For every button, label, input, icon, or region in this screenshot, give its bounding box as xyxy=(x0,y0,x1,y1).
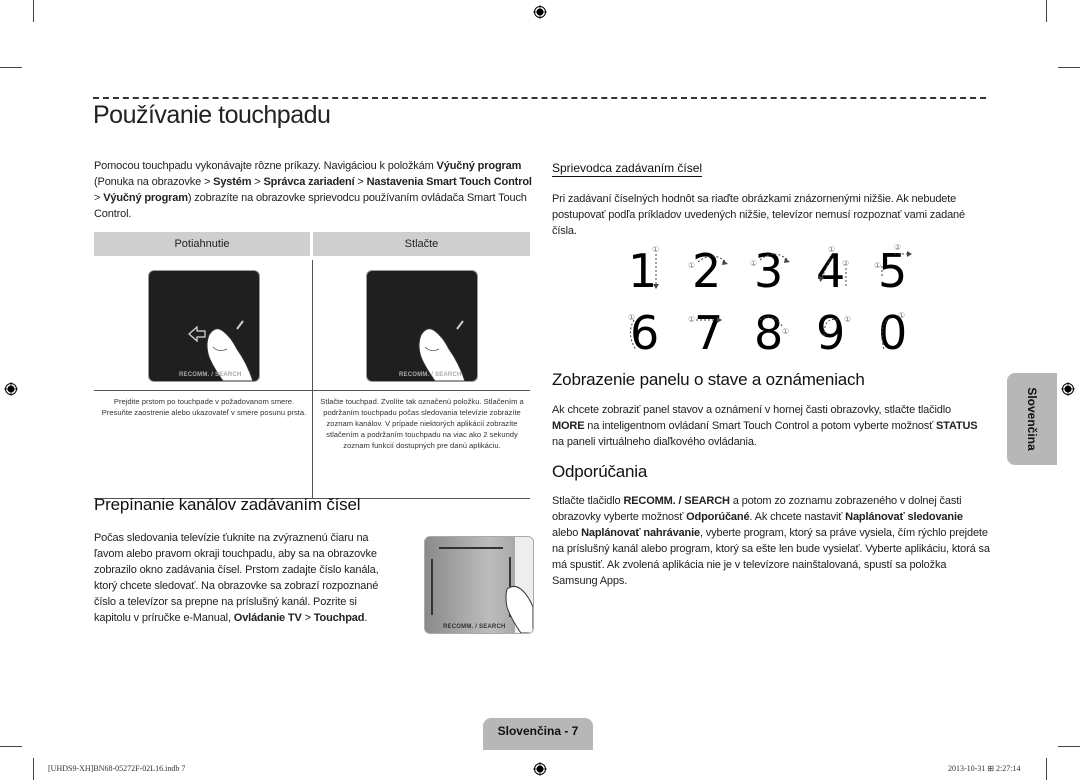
pad-label: RECOMM. / SEARCH xyxy=(443,624,506,630)
stroke-marker: ① xyxy=(782,327,789,336)
crop-mark xyxy=(33,758,34,780)
channel-section-text: Počas sledovania televízie ťuknite na zv… xyxy=(94,530,394,626)
status-section-text: Ak chcete zobraziť panel stavov a oznáme… xyxy=(552,402,984,450)
emphasized-term: Ovládanie TV xyxy=(233,612,302,624)
page-title: Používanie touchpadu xyxy=(93,101,331,129)
stroke-marker: ① xyxy=(750,259,757,268)
text-run: . xyxy=(364,612,368,624)
page-number-label: Slovenčina - 7 xyxy=(497,724,579,738)
text-run: Pomocou touchpadu vykonávajte rôzne prík… xyxy=(94,160,437,172)
emphasized-term: Touchpad xyxy=(313,612,365,624)
text-run: na paneli virtuálneho diaľkového ovládan… xyxy=(552,436,757,448)
gesture-header-drag: Potiahnutie xyxy=(94,232,310,256)
title-dashed-rule xyxy=(93,97,986,99)
text-run: na inteligentnom ovládaní Smart Touch Co… xyxy=(584,420,936,432)
digit-stroke-guide: 1 2 3 4 5 6 7 8 9 0 ① ① ① ① ② ② ① ① ① ① … xyxy=(620,240,920,360)
channel-section-heading: Prepínanie kanálov zadávaním čísel xyxy=(94,495,361,514)
stroke-marker: ② xyxy=(894,243,901,252)
registration-mark-icon xyxy=(1061,382,1075,396)
gesture-description-press: Stlačte touchpad. Zvolíte tak označenú p… xyxy=(320,397,524,450)
text-run: Stlačte tlačidlo xyxy=(552,495,624,507)
stroke-marker: ① xyxy=(628,313,635,322)
touchpad-edge-illustration: RECOMM. / SEARCH xyxy=(424,536,534,634)
file-slug: [UHDS9-XH]BN68-05272F-02L16.indb 7 xyxy=(48,764,186,773)
crop-mark xyxy=(1046,0,1047,22)
emphasized-term: MORE xyxy=(552,420,585,432)
text-run: . Ak chcete nastaviť xyxy=(749,511,846,523)
gesture-description-drag: Prejdite prstom po touchpade v požadovan… xyxy=(101,397,307,417)
press-finger-icon xyxy=(418,320,466,381)
stroke-marker: ① xyxy=(688,315,695,324)
emphasized-term: Správca zariadení xyxy=(263,176,355,188)
crop-mark xyxy=(0,746,22,747)
touchpad-drag-illustration: RECOMM. / SEARCH xyxy=(148,270,260,382)
stroke-marker: ① xyxy=(828,245,835,254)
language-side-tab: Slovenčina xyxy=(1007,373,1057,465)
stroke-direction-arrows: ① ① ① ① ② ② ① ① ① ① ① ① xyxy=(628,243,912,351)
emphasized-term: RECOMM. / SEARCH xyxy=(623,495,730,507)
language-side-tab-label: Slovenčina xyxy=(1025,387,1039,451)
gesture-header-press: Stlačte xyxy=(313,232,530,256)
status-section-heading: Zobrazenie panelu o stave a oznámeniach xyxy=(552,370,865,389)
crop-mark xyxy=(1058,67,1080,68)
recommend-section-text: Stlačte tlačidlo RECOMM. / SEARCH a poto… xyxy=(552,493,990,589)
stroke-marker: ① xyxy=(652,245,659,254)
number-guide-heading: Sprievodca zadávaním čísel xyxy=(552,161,703,177)
table-rule xyxy=(94,390,530,391)
gesture-table: Potiahnutie Stlačte RECOMM. / SEARCH REC… xyxy=(94,232,530,502)
stroke-marker: ① xyxy=(898,311,905,320)
text-run: Počas sledovania televízie ťuknite na zv… xyxy=(94,532,379,624)
crop-mark xyxy=(1058,746,1080,747)
emphasized-term: Systém xyxy=(213,176,252,188)
stroke-marker: ① xyxy=(688,261,695,270)
text-run: > xyxy=(251,176,264,188)
intro-paragraph: Pomocou touchpadu vykonávajte rôzne prík… xyxy=(94,158,534,222)
crop-mark xyxy=(33,0,34,22)
emphasized-term: Naplánovať nahrávanie xyxy=(581,527,700,539)
table-divider xyxy=(312,260,313,498)
emphasized-term: Výučný program xyxy=(103,192,188,204)
number-guide-text: Pri zadávaní číselných hodnôt sa riaďte … xyxy=(552,193,965,237)
touchpad-press-illustration: RECOMM. / SEARCH xyxy=(366,270,478,382)
page-number-tab: Slovenčina - 7 xyxy=(483,718,593,750)
stroke-marker: ② xyxy=(842,259,849,268)
date-slug: 2013-10-31 ⊞ 2:27:14 xyxy=(948,764,1021,773)
registration-mark-icon xyxy=(4,382,18,396)
emphasized-term: Nastavenia Smart Touch Control xyxy=(366,176,532,188)
registration-mark-icon xyxy=(533,762,547,776)
text-run: alebo xyxy=(552,527,582,539)
swipe-finger-icon xyxy=(188,320,254,381)
text-run: > xyxy=(94,192,104,204)
stroke-marker: ① xyxy=(874,261,881,270)
pad-label: RECOMM. / SEARCH xyxy=(179,372,242,378)
emphasized-term: Odporúčané xyxy=(686,511,750,523)
tap-finger-icon xyxy=(505,585,533,633)
emphasized-term: Výučný program xyxy=(436,160,522,172)
pad-label: RECOMM. / SEARCH xyxy=(399,372,462,378)
stroke-marker: ① xyxy=(844,315,851,324)
emphasized-term: Naplánovať sledovanie xyxy=(845,511,963,523)
text-run: Ak chcete zobraziť panel stavov a oznáme… xyxy=(552,404,951,416)
text-run: (Ponuka na obrazovke > xyxy=(94,176,214,188)
recommend-section-heading: Odporúčania xyxy=(552,462,648,481)
text-run: > xyxy=(301,612,314,624)
emphasized-term: STATUS xyxy=(935,420,978,432)
text-run: > xyxy=(354,176,367,188)
crop-mark xyxy=(0,67,22,68)
registration-mark-icon xyxy=(533,5,547,19)
crop-mark xyxy=(1046,758,1047,780)
